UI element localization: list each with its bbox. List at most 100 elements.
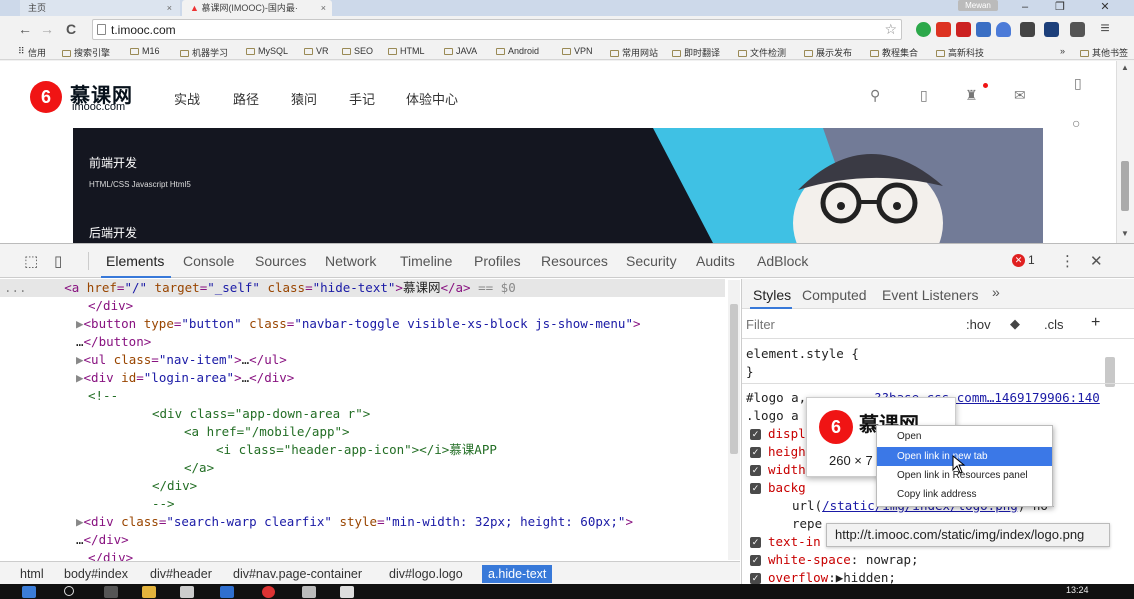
css-property[interactable]: white-space: nowrap; <box>768 551 919 569</box>
bookmark-item[interactable]: MySQL <box>246 46 288 56</box>
css-value[interactable]: repe <box>792 515 822 533</box>
tree-comment[interactable]: </div> <box>152 477 197 495</box>
tree-node[interactable]: ▶<button type="button" class="navbar-tog… <box>76 315 641 333</box>
inspect-element-icon[interactable]: ⬚ <box>24 252 38 270</box>
tab-event-listeners[interactable]: Event Listeners <box>882 287 979 303</box>
bookmark-item[interactable]: 展示发布 <box>804 46 852 59</box>
logo-icon[interactable]: 6 <box>30 81 62 113</box>
store-icon[interactable] <box>180 586 194 598</box>
tree-node[interactable]: </div> <box>88 549 133 561</box>
forward-arrow-icon[interactable]: → <box>38 20 56 38</box>
page-scrollbar[interactable]: ▲ ▼ <box>1116 61 1134 243</box>
extension-icon[interactable] <box>1044 22 1059 37</box>
browser-tab-active[interactable]: ▲ 慕课网(IMOOC)-国内最· × <box>182 0 332 16</box>
extension-icon[interactable] <box>936 22 951 37</box>
tree-node-selected[interactable]: ... <a href="/" target="_self" class="hi… <box>4 279 516 297</box>
css-property[interactable]: overflow:▶hidden; <box>768 569 896 585</box>
property-checkbox[interactable]: ✓ <box>750 573 761 584</box>
tab-timeline[interactable]: Timeline <box>400 253 452 269</box>
mobile-icon[interactable]: ▯ <box>920 87 928 104</box>
property-checkbox[interactable]: ✓ <box>750 483 761 494</box>
mail-icon[interactable]: ✉ <box>1014 87 1026 104</box>
css-property[interactable]: heigh <box>768 443 806 461</box>
property-checkbox[interactable]: ✓ <box>750 465 761 476</box>
nav-link-yuanwen[interactable]: 猿问 <box>291 89 317 108</box>
tree-comment[interactable]: <!-- <box>88 387 118 405</box>
close-icon[interactable]: × <box>321 0 326 16</box>
nav-link-shouji[interactable]: 手记 <box>349 89 375 108</box>
omnibox[interactable]: t.imooc.com ☆ <box>92 19 902 40</box>
bookmark-item[interactable]: VR <box>304 46 329 56</box>
profile-badge[interactable]: Mewan <box>958 0 998 11</box>
apps-icon[interactable]: ⠿ <box>18 46 25 57</box>
bookmark-item[interactable]: 信用 <box>28 46 46 59</box>
bookmark-item[interactable]: 搜索引擎 <box>62 46 110 59</box>
banner-category-title[interactable]: 前端开发 <box>89 154 137 171</box>
bookmark-item[interactable]: M16 <box>130 46 160 56</box>
element-style-open[interactable]: element.style { <box>746 345 859 363</box>
close-devtools-icon[interactable]: ✕ <box>1090 252 1103 270</box>
tab-network[interactable]: Network <box>325 253 376 269</box>
minimize-button[interactable]: – <box>1010 0 1040 16</box>
breadcrumb-item-selected[interactable]: a.hide-text <box>482 565 553 583</box>
task-view-icon[interactable] <box>104 586 118 598</box>
search-icon[interactable]: ⚲ <box>870 87 880 104</box>
device-mode-icon[interactable]: ▯ <box>54 252 62 270</box>
tab-profiles[interactable]: Profiles <box>474 253 521 269</box>
notification-bell-icon[interactable]: ♜ <box>965 87 978 104</box>
nav-link-shizhan[interactable]: 实战 <box>174 89 200 108</box>
banner[interactable]: 前端开发 HTML/CSS Javascript Html5 后端开发 <box>73 128 1043 243</box>
tree-comment[interactable]: <div class="app-down-area r"> <box>152 405 370 423</box>
tabs-overflow-button[interactable]: » <box>992 284 1000 300</box>
side-circle-icon[interactable]: ○ <box>1072 115 1080 131</box>
nav-link-tiyan[interactable]: 体验中心 <box>406 89 458 108</box>
banner-category-title[interactable]: 后端开发 <box>89 224 137 241</box>
tab-styles[interactable]: Styles <box>753 287 791 303</box>
bookmark-item[interactable]: 即时翻译 <box>672 46 720 59</box>
tab-elements[interactable]: Elements <box>106 253 164 269</box>
tab-console[interactable]: Console <box>183 253 234 269</box>
property-checkbox[interactable]: ✓ <box>750 447 761 458</box>
restore-button[interactable]: ❐ <box>1045 0 1075 16</box>
error-icon[interactable]: ✕ <box>1012 254 1025 267</box>
context-menu-copy-link[interactable]: Copy link address <box>877 485 1052 504</box>
new-style-rule-button[interactable]: + <box>1091 314 1100 332</box>
element-classes-icon[interactable]: ◆ <box>1010 316 1020 332</box>
cls-toggle[interactable]: .cls <box>1044 317 1064 332</box>
tree-node[interactable]: ▶<div class="search-warp clearfix" style… <box>76 513 633 531</box>
css-property[interactable]: displ <box>768 425 806 443</box>
edge-icon[interactable] <box>220 586 234 598</box>
back-arrow-icon[interactable]: ← <box>16 20 34 38</box>
scroll-down-icon[interactable]: ▼ <box>1121 229 1129 238</box>
start-icon[interactable] <box>22 586 36 598</box>
property-checkbox[interactable]: ✓ <box>750 429 761 440</box>
extension-icon[interactable] <box>956 22 971 37</box>
hover-state-toggle[interactable]: :hov <box>966 317 991 332</box>
tab-resources[interactable]: Resources <box>541 253 608 269</box>
nav-link-lujing[interactable]: 路径 <box>233 89 259 108</box>
tree-node[interactable]: …</button> <box>76 333 151 351</box>
bookmark-item[interactable]: VPN <box>562 46 593 56</box>
bookmark-item[interactable]: HTML <box>388 46 425 56</box>
rule-selector[interactable]: .logo a <box>746 407 799 425</box>
tree-scroll-thumb[interactable] <box>730 304 738 454</box>
breadcrumb-item[interactable]: div#nav.page-container <box>227 565 368 583</box>
bookmark-star-icon[interactable]: ☆ <box>884 21 897 38</box>
extension-icon[interactable] <box>976 22 991 37</box>
property-checkbox[interactable]: ✓ <box>750 555 761 566</box>
side-mobile-icon[interactable]: ▯ <box>1074 75 1082 92</box>
css-property[interactable]: text-in <box>768 533 821 551</box>
bookmark-item[interactable]: 高新科技 <box>936 46 984 59</box>
tab-computed[interactable]: Computed <box>802 287 867 303</box>
url-text[interactable]: t.imooc.com <box>111 23 176 37</box>
tab-sources[interactable]: Sources <box>255 253 306 269</box>
close-icon[interactable]: × <box>167 0 172 16</box>
tree-node[interactable]: ▶<div id="login-area">…</div> <box>76 369 294 387</box>
bookmark-item[interactable]: SEO <box>342 46 373 56</box>
app-icon[interactable] <box>340 586 354 598</box>
extension-icon[interactable] <box>996 22 1011 37</box>
tree-node[interactable]: ▶<ul class="nav-item">…</ul> <box>76 351 287 369</box>
chrome-icon[interactable] <box>262 586 275 598</box>
search-icon[interactable] <box>64 586 74 596</box>
property-checkbox[interactable]: ✓ <box>750 537 761 548</box>
